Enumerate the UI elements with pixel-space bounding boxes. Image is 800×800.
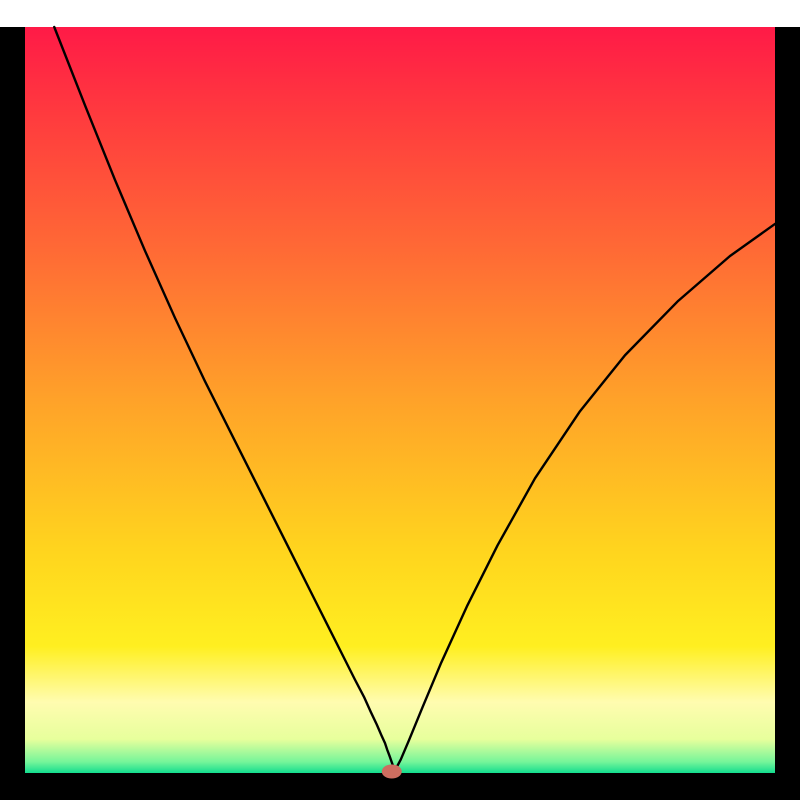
- chart-container: TheBottleneck.com: [0, 0, 800, 800]
- optimal-point-marker: [382, 765, 402, 779]
- bottleneck-chart: [0, 0, 800, 800]
- chart-top-margin: [0, 0, 800, 27]
- chart-plot-area: [25, 27, 775, 773]
